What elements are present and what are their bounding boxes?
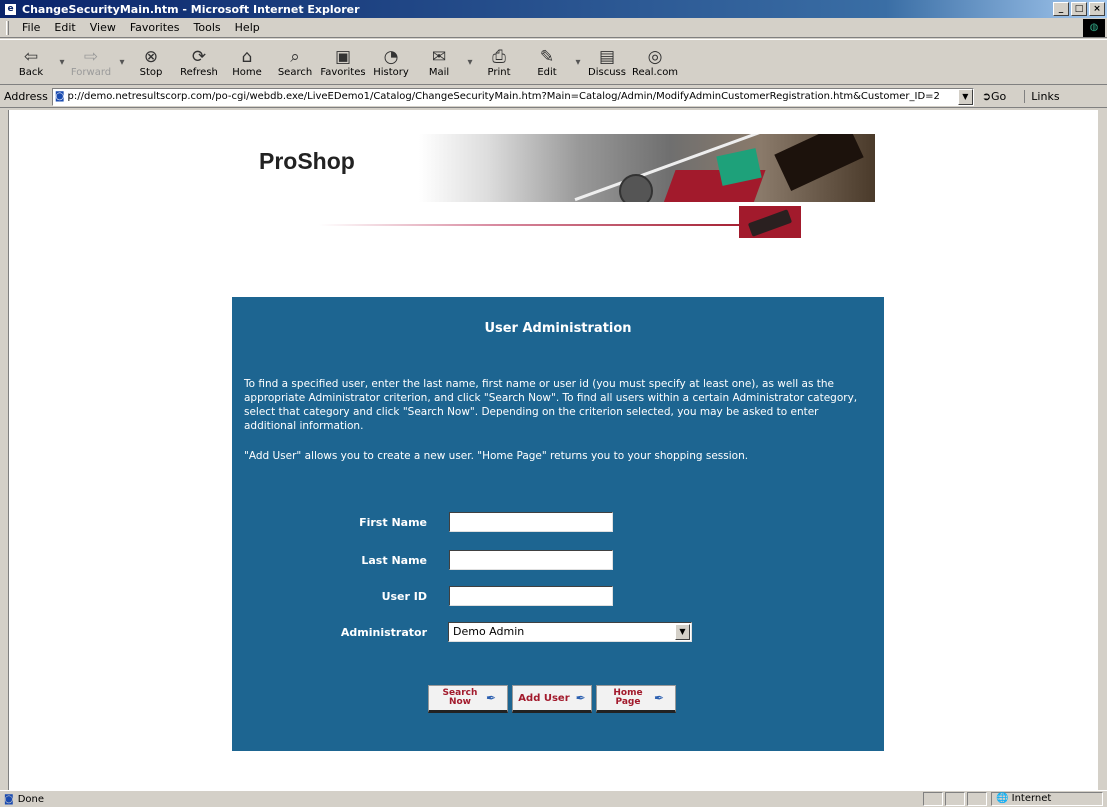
- page-icon: ◙: [54, 91, 65, 102]
- back-dropdown-icon[interactable]: ▾: [58, 57, 66, 68]
- ie-throbber-icon: ◍: [1083, 19, 1105, 37]
- pushpin-icon: ✒: [575, 690, 586, 705]
- history-button[interactable]: ◔ History: [370, 42, 412, 82]
- instructions-text-2: "Add User" allows you to create a new us…: [244, 450, 749, 462]
- window-controls: _ □ ×: [1053, 2, 1105, 16]
- status-bar: ◙ Done 🌐 Internet: [0, 790, 1107, 807]
- page-viewport: ProShop User Administration To find a sp…: [8, 110, 1098, 790]
- realcom-button[interactable]: ◎ Real.com: [632, 42, 678, 82]
- favorites-icon: ▣: [334, 46, 352, 67]
- add-user-button[interactable]: Add User ✒: [512, 685, 592, 713]
- user-admin-panel: User Administration To find a specified …: [232, 297, 884, 751]
- forward-button[interactable]: ⇨ Forward: [70, 42, 112, 82]
- menu-view[interactable]: View: [83, 21, 123, 34]
- search-icon: ⌕: [290, 46, 300, 67]
- chevron-down-icon[interactable]: ▼: [675, 624, 690, 640]
- menu-help[interactable]: Help: [228, 21, 267, 34]
- refresh-button[interactable]: ⟳ Refresh: [178, 42, 220, 82]
- menu-bar: File Edit View Favorites Tools Help ◍: [0, 18, 1107, 38]
- edit-dropdown-icon[interactable]: ▾: [574, 57, 582, 68]
- card-reader-image: [739, 206, 801, 238]
- search-button[interactable]: ⌕ Search: [274, 42, 316, 82]
- address-url: p://demo.netresultscorp.com/po-cgi/webdb…: [67, 91, 940, 102]
- menu-tools[interactable]: Tools: [187, 21, 228, 34]
- administrator-label: Administrator: [340, 625, 427, 639]
- mail-button[interactable]: ✉ Mail: [418, 42, 460, 82]
- realcom-icon: ◎: [647, 46, 663, 67]
- standard-toolbar: ⇦ Back ▾ ⇨ Forward ▾ ⊗ Stop ⟳ Refresh ⌂ Home …: [0, 39, 1107, 85]
- close-button[interactable]: ×: [1089, 2, 1105, 16]
- links-button[interactable]: Links: [1024, 90, 1060, 103]
- pushpin-icon: ✒: [485, 690, 497, 705]
- site-logo[interactable]: ProShop: [259, 148, 355, 175]
- print-button[interactable]: ⎙ Print: [478, 42, 520, 82]
- home-button[interactable]: ⌂ Home: [226, 42, 268, 82]
- status-text: Done: [17, 793, 45, 805]
- banner-image: [419, 134, 875, 202]
- edit-button[interactable]: ✎ Edit: [526, 42, 568, 82]
- forward-dropdown-icon[interactable]: ▾: [118, 57, 126, 68]
- back-arrow-icon: ⇦: [23, 46, 39, 67]
- stop-button[interactable]: ⊗ Stop: [130, 42, 172, 82]
- first-name-input[interactable]: [449, 512, 613, 532]
- window-left-edge: [0, 110, 8, 790]
- first-name-label: First Name: [359, 515, 427, 529]
- ie-window-icon: e: [4, 2, 17, 16]
- pushpin-icon: ✒: [653, 690, 665, 705]
- user-id-input[interactable]: [449, 586, 613, 606]
- minimize-button[interactable]: _: [1053, 2, 1069, 16]
- search-now-button[interactable]: Search Now ✒: [428, 685, 508, 713]
- page-done-icon: ◙: [4, 793, 14, 805]
- window-title: ChangeSecurityMain.htm - Microsoft Inter…: [22, 2, 360, 16]
- security-zone: 🌐 Internet: [991, 792, 1103, 806]
- decorative-divider: [319, 224, 759, 226]
- favorites-button[interactable]: ▣ Favorites: [320, 42, 365, 82]
- panel-title: User Administration: [484, 321, 632, 336]
- address-bar: Address ◙ p://demo.netresultscorp.com/po…: [0, 86, 1107, 108]
- go-arrow-icon: ➲: [981, 90, 992, 103]
- mail-dropdown-icon[interactable]: ▾: [466, 57, 474, 68]
- globe-icon: 🌐: [996, 793, 1009, 804]
- history-icon: ◔: [383, 46, 399, 67]
- administrator-select[interactable]: Demo Admin ▼: [448, 622, 692, 642]
- menu-edit[interactable]: Edit: [47, 21, 82, 34]
- menu-file[interactable]: File: [15, 21, 47, 34]
- status-panes: [923, 792, 987, 806]
- mail-icon: ✉: [431, 46, 447, 67]
- home-icon: ⌂: [241, 46, 253, 67]
- home-page-button[interactable]: Home Page ✒: [596, 685, 676, 713]
- address-dropdown-icon[interactable]: ▼: [957, 88, 973, 105]
- menu-favorites[interactable]: Favorites: [123, 21, 187, 34]
- instructions-text: To find a specified user, enter the last…: [244, 378, 858, 432]
- user-id-label: User ID: [381, 589, 427, 603]
- print-icon: ⎙: [492, 46, 506, 67]
- maximize-button[interactable]: □: [1071, 2, 1087, 16]
- discuss-icon: ▤: [598, 46, 616, 67]
- refresh-icon: ⟳: [191, 46, 207, 67]
- stop-icon: ⊗: [143, 46, 159, 67]
- discuss-button[interactable]: ▤ Discuss: [586, 42, 628, 82]
- address-label: Address: [4, 90, 48, 103]
- address-input[interactable]: ◙ p://demo.netresultscorp.com/po-cgi/web…: [51, 87, 974, 106]
- last-name-input[interactable]: [449, 550, 613, 570]
- go-button[interactable]: ➲Go: [982, 90, 1006, 103]
- last-name-label: Last Name: [361, 553, 427, 567]
- back-button[interactable]: ⇦ Back: [10, 42, 52, 82]
- window-titlebar: e ChangeSecurityMain.htm - Microsoft Int…: [0, 0, 1107, 18]
- administrator-selected-value: Demo Admin: [453, 625, 525, 638]
- edit-icon: ✎: [539, 46, 555, 67]
- action-buttons: Search Now ✒ Add User ✒ Home Page ✒: [428, 685, 676, 713]
- menubar-grip[interactable]: [6, 20, 9, 35]
- forward-arrow-icon: ⇨: [83, 46, 99, 67]
